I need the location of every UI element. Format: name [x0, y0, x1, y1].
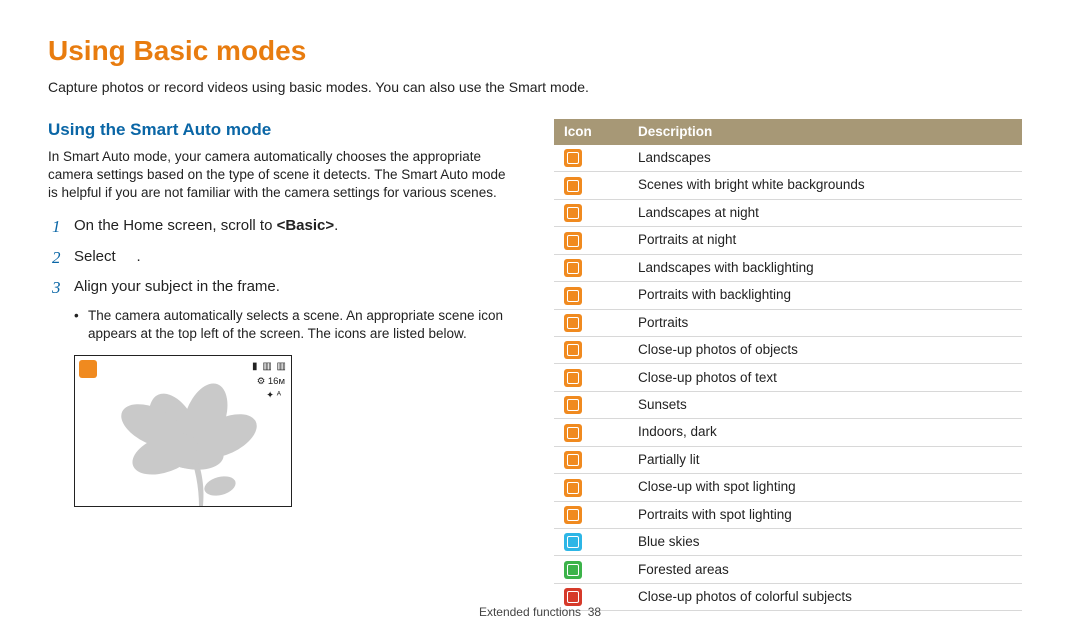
- table-row: Portraits with spot lighting: [554, 501, 1022, 528]
- row-desc-cell: Close-up photos of text: [628, 364, 1022, 391]
- table-row: Portraits with backlighting: [554, 282, 1022, 309]
- table-row: Close-up with spot lighting: [554, 474, 1022, 501]
- scene-icon: [564, 204, 582, 222]
- row-desc-cell: Sunsets: [628, 391, 1022, 418]
- scene-icon-table: Icon Description LandscapesScenes with b…: [554, 119, 1022, 612]
- table-row: Portraits: [554, 309, 1022, 336]
- row-desc-cell: Indoors, dark: [628, 419, 1022, 446]
- scene-icon: [564, 561, 582, 579]
- th-icon: Icon: [554, 119, 628, 145]
- scene-icon: [564, 149, 582, 167]
- scene-icon: [564, 287, 582, 305]
- step-1-post: .: [334, 217, 338, 234]
- preview-status-3: ✦ ᴬ: [266, 390, 281, 403]
- row-icon-cell: [554, 282, 628, 309]
- row-desc-cell: Landscapes: [628, 145, 1022, 172]
- footer-page: 38: [588, 605, 601, 619]
- row-desc-cell: Close-up photos of objects: [628, 336, 1022, 363]
- row-desc-cell: Portraits at night: [628, 227, 1022, 254]
- table-row: Close-up photos of objects: [554, 336, 1022, 363]
- row-desc-cell: Blue skies: [628, 529, 1022, 556]
- row-icon-cell: [554, 309, 628, 336]
- scene-icon: [564, 369, 582, 387]
- row-desc-cell: Portraits with backlighting: [628, 282, 1022, 309]
- scene-icon: [564, 533, 582, 551]
- step-2: Select .: [52, 247, 518, 267]
- scene-icon: [564, 396, 582, 414]
- row-icon-cell: [554, 227, 628, 254]
- table-row: Scenes with bright white backgrounds: [554, 172, 1022, 199]
- table-row: Partially lit: [554, 446, 1022, 473]
- table-row: Forested areas: [554, 556, 1022, 583]
- steps-list: On the Home screen, scroll to <Basic>. S…: [48, 216, 518, 297]
- preview-status-1: ▮ ▥ ▥: [252, 360, 287, 374]
- scene-icon: [79, 360, 97, 378]
- scene-icon: [564, 479, 582, 497]
- table-row: Landscapes: [554, 145, 1022, 172]
- scene-icon: [564, 314, 582, 332]
- scene-icon: [564, 177, 582, 195]
- table-row: Landscapes at night: [554, 199, 1022, 226]
- scene-icon: [564, 232, 582, 250]
- row-icon-cell: [554, 446, 628, 473]
- footer-section: Extended functions: [479, 605, 581, 619]
- row-desc-cell: Landscapes with backlighting: [628, 254, 1022, 281]
- row-icon-cell: [554, 501, 628, 528]
- step-1-bold: <Basic>: [277, 217, 335, 234]
- page-footer: Extended functions 38: [0, 604, 1080, 620]
- row-icon-cell: [554, 391, 628, 418]
- row-icon-cell: [554, 172, 628, 199]
- intro-text: Capture photos or record videos using ba…: [48, 78, 1032, 97]
- row-desc-cell: Forested areas: [628, 556, 1022, 583]
- row-desc-cell: Portraits: [628, 309, 1022, 336]
- step-1-pre: On the Home screen, scroll to: [74, 217, 277, 234]
- table-row: Indoors, dark: [554, 419, 1022, 446]
- row-desc-cell: Landscapes at night: [628, 199, 1022, 226]
- row-icon-cell: [554, 254, 628, 281]
- row-icon-cell: [554, 145, 628, 172]
- scene-icon: [564, 506, 582, 524]
- row-desc-cell: Close-up with spot lighting: [628, 474, 1022, 501]
- section-paragraph: In Smart Auto mode, your camera automati…: [48, 148, 518, 203]
- step-1: On the Home screen, scroll to <Basic>.: [52, 216, 518, 236]
- step-2-post: .: [132, 248, 140, 265]
- th-desc: Description: [628, 119, 1022, 145]
- step-2-icon-placeholder: [120, 248, 133, 265]
- scene-icon: [564, 451, 582, 469]
- row-icon-cell: [554, 199, 628, 226]
- camera-preview: ▮ ▥ ▥ ⚙ 16ᴍ ✦ ᴬ: [74, 355, 292, 507]
- page-title: Using Basic modes: [48, 32, 1032, 70]
- table-row: Close-up photos of text: [554, 364, 1022, 391]
- preview-status-2: ⚙ 16ᴍ: [257, 376, 285, 389]
- scene-icon: [564, 341, 582, 359]
- row-icon-cell: [554, 529, 628, 556]
- row-icon-cell: [554, 364, 628, 391]
- row-icon-cell: [554, 336, 628, 363]
- step-3: Align your subject in the frame.: [52, 277, 518, 297]
- row-icon-cell: [554, 474, 628, 501]
- step-2-pre: Select: [74, 248, 120, 265]
- row-desc-cell: Portraits with spot lighting: [628, 501, 1022, 528]
- table-row: Sunsets: [554, 391, 1022, 418]
- row-desc-cell: Scenes with bright white backgrounds: [628, 172, 1022, 199]
- table-row: Portraits at night: [554, 227, 1022, 254]
- step-3-note: The camera automatically selects a scene…: [74, 307, 518, 343]
- scene-icon: [564, 424, 582, 442]
- row-icon-cell: [554, 556, 628, 583]
- table-row: Landscapes with backlighting: [554, 254, 1022, 281]
- row-desc-cell: Partially lit: [628, 446, 1022, 473]
- table-row: Blue skies: [554, 529, 1022, 556]
- row-icon-cell: [554, 419, 628, 446]
- scene-icon: [564, 259, 582, 277]
- section-subtitle: Using the Smart Auto mode: [48, 119, 518, 142]
